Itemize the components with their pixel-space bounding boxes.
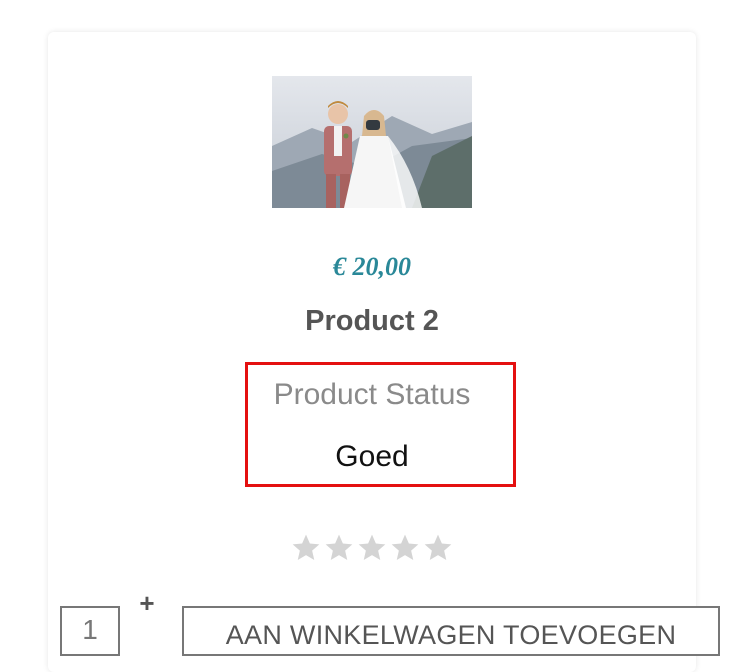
star-icon[interactable] [290,532,322,564]
quantity-plus-button[interactable]: + [136,588,158,618]
star-icon[interactable] [389,532,421,564]
add-to-cart-button[interactable]: AAN WINKELWAGEN TOEVOEGEN [182,606,720,656]
product-title[interactable]: Product 2 [0,305,744,338]
star-icon[interactable] [323,532,355,564]
product-image[interactable] [272,76,472,208]
wedding-photo [272,76,472,208]
star-rating[interactable] [290,532,455,572]
status-value: Goed [335,440,409,473]
star-icon[interactable] [422,532,454,564]
product-price: € 20,00 [333,252,411,281]
quantity-input[interactable]: 1 [60,606,120,656]
star-icon[interactable] [356,532,388,564]
status-label: Product Status [273,378,471,411]
